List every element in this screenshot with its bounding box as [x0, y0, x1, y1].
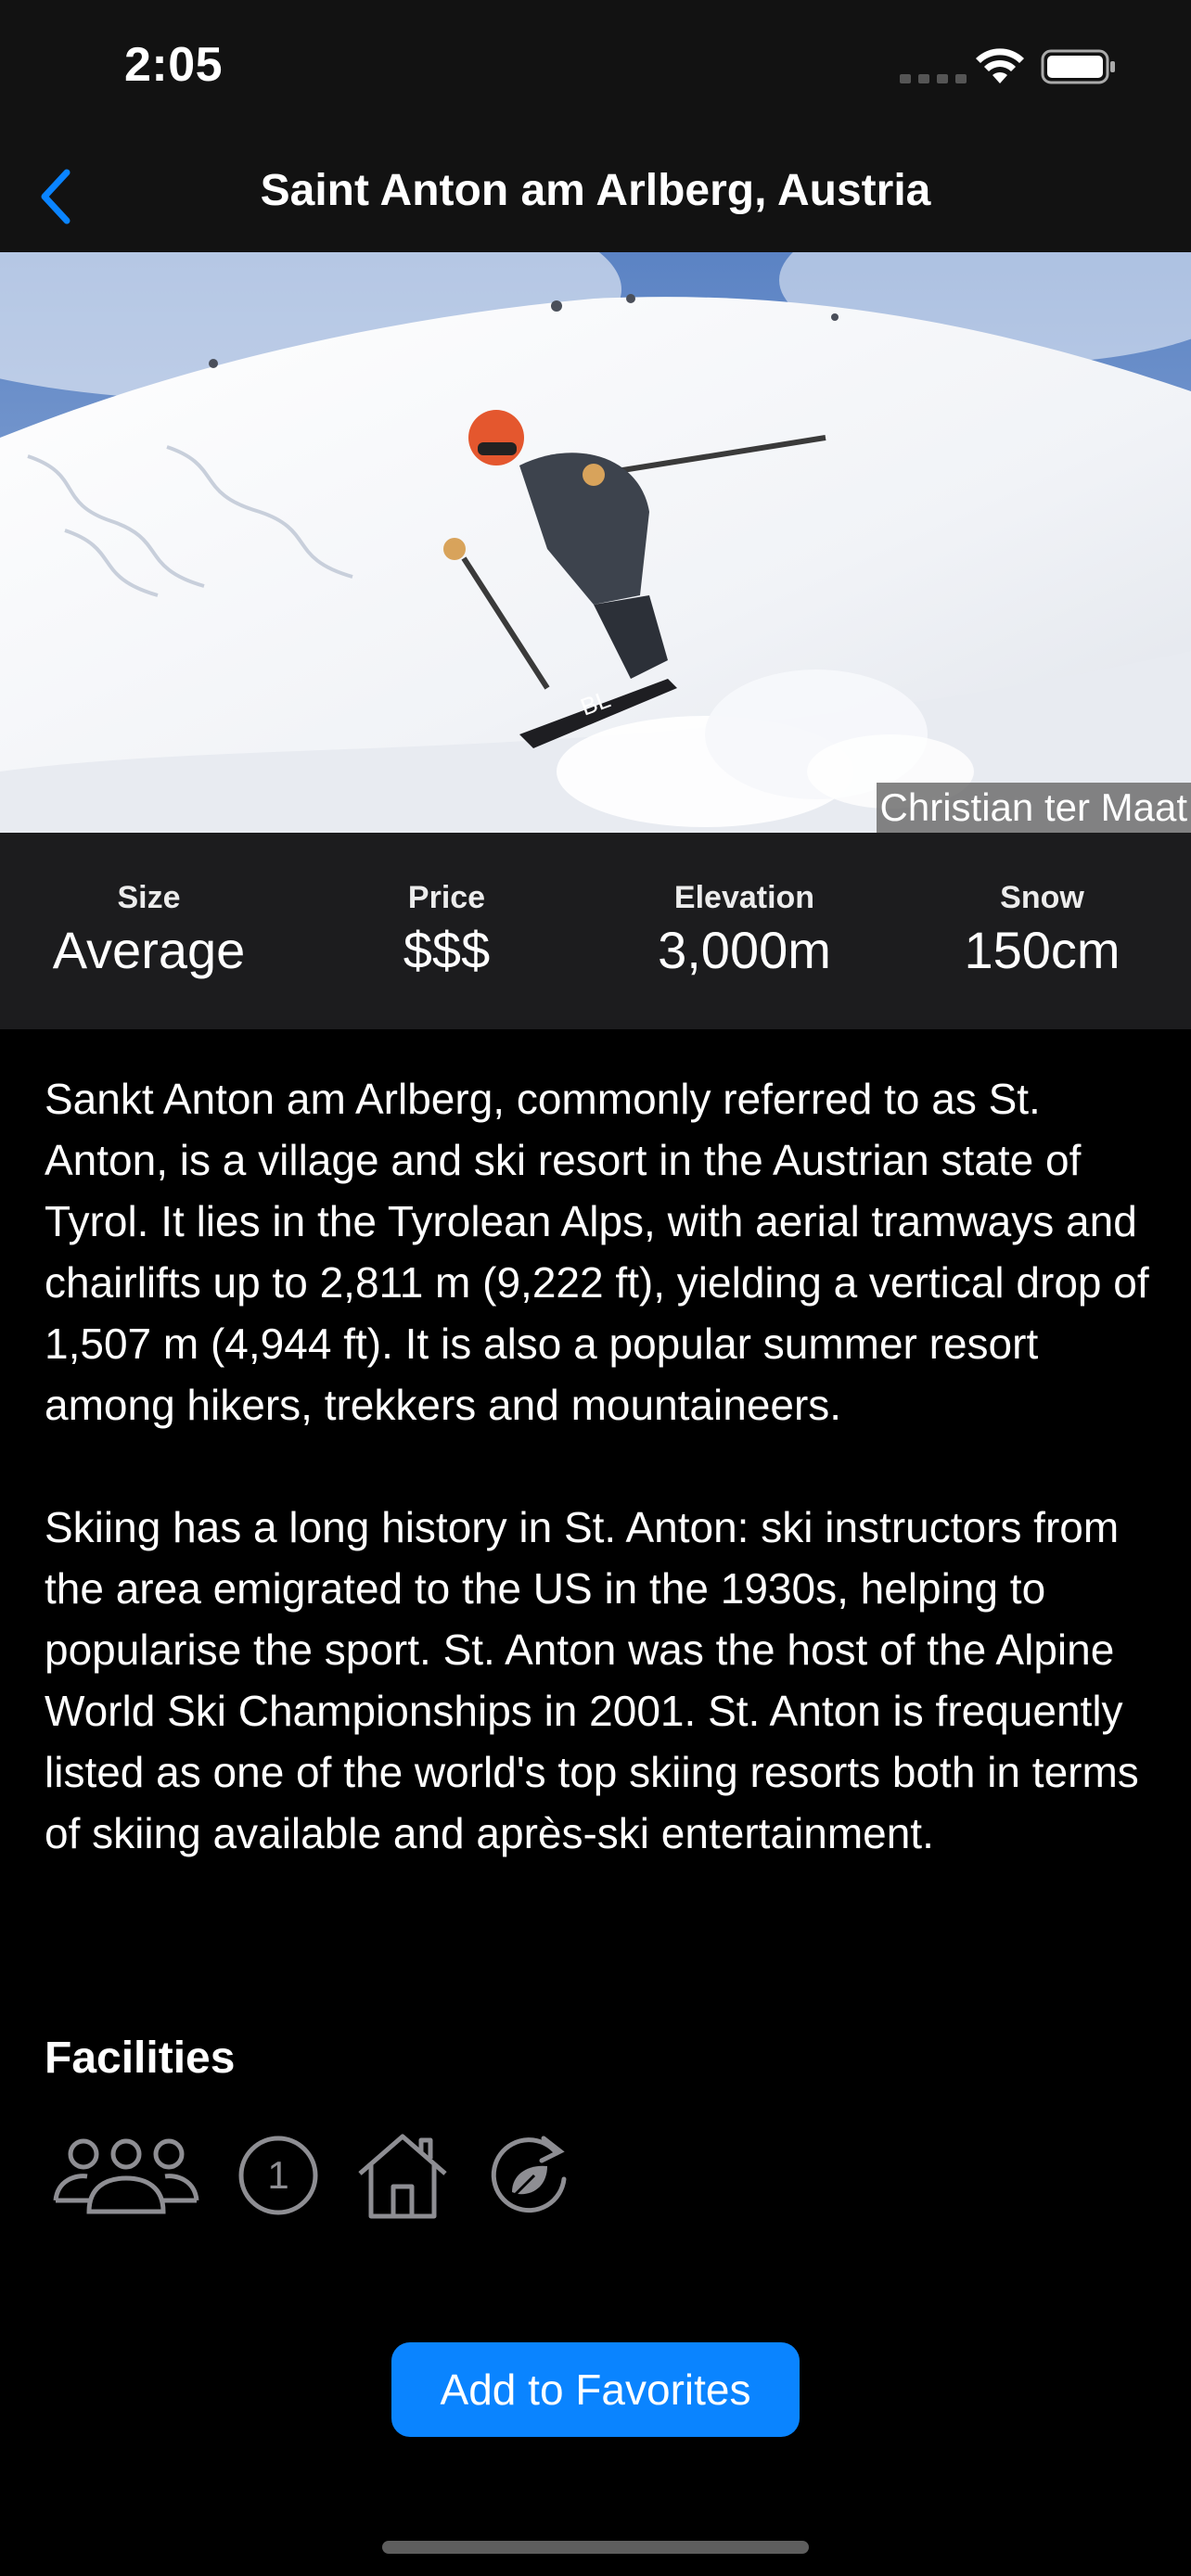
photo-credit: Christian ter Maat — [876, 783, 1191, 833]
stat-snow: Snow 150cm — [893, 833, 1191, 1029]
stat-value: Average — [52, 921, 246, 979]
stat-value: 150cm — [964, 921, 1121, 979]
number-one-icon: 1 — [238, 2136, 318, 2215]
stat-size: Size Average — [0, 833, 298, 1029]
stat-label: Snow — [1000, 880, 1084, 915]
house-icon — [358, 2134, 447, 2219]
group-icon — [53, 2138, 199, 2214]
stat-label: Size — [117, 880, 181, 915]
status-time: 2:05 — [124, 38, 224, 92]
page-title: Saint Anton am Arlberg, Austria — [260, 166, 931, 215]
stat-value: $$$ — [403, 921, 491, 979]
add-to-favorites-button[interactable]: Add to Favorites — [391, 2342, 800, 2437]
resort-stats: Size Average Price $$$ Elevation 3,000m … — [0, 833, 1191, 1029]
description-paragraph: Skiing has a long history in St. Anton: … — [45, 1503, 1139, 1857]
resort-photo: BL Christian ter Maat — [0, 252, 1191, 833]
resort-description: Sankt Anton am Arlberg, commonly referre… — [45, 1068, 1158, 1925]
stat-elevation: Elevation 3,000m — [596, 833, 893, 1029]
skier-photo-illustration: BL — [0, 252, 1191, 833]
navigation-bar: Saint Anton am Arlberg, Austria — [0, 139, 1191, 252]
wifi-icon — [976, 48, 1024, 83]
stat-label: Price — [407, 880, 486, 915]
cellular-signal-icon — [900, 74, 967, 83]
stat-value: 3,000m — [658, 921, 831, 979]
description-paragraph: Sankt Anton am Arlberg, commonly referre… — [45, 1075, 1149, 1429]
facilities-list: 1 — [52, 2131, 571, 2220]
battery-icon — [1041, 49, 1115, 84]
home-indicator — [382, 2541, 809, 2554]
stat-price: Price $$$ — [298, 833, 596, 1029]
stat-label: Elevation — [673, 880, 815, 915]
facilities-heading: Facilities — [45, 2034, 236, 2083]
svg-text:1: 1 — [267, 2153, 288, 2197]
recycle-leaf-icon — [491, 2136, 567, 2213]
status-bar: 2:05 — [0, 0, 1191, 139]
